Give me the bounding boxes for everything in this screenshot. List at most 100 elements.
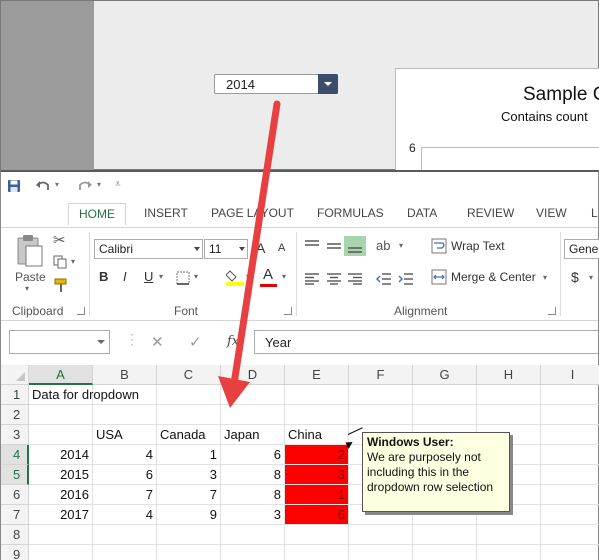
cell-d6[interactable]: 8 [221,485,285,505]
cell-c5[interactable]: 3 [157,465,221,485]
cell-d8[interactable] [221,525,285,545]
cell-f8[interactable] [349,525,413,545]
cut-icon[interactable]: ✂ [53,231,66,249]
cell-d4[interactable]: 6 [221,445,285,465]
align-top-icon[interactable] [304,240,320,252]
cell-c9[interactable] [157,545,221,560]
cell-a6[interactable]: 2016 [29,485,93,505]
cell-f2[interactable] [349,405,413,425]
paste-button[interactable]: Paste [15,270,46,284]
cell-c4[interactable]: 1 [157,445,221,465]
chevron-down-icon[interactable] [194,247,200,251]
column-header-g[interactable]: G [413,365,477,385]
chevron-down-icon[interactable]: ▾ [194,272,198,281]
underline-button[interactable]: U [144,269,153,284]
tab-data[interactable]: DATA [407,206,437,220]
cell-b4[interactable]: 4 [93,445,157,465]
chevron-down-icon[interactable]: ▾ [246,272,250,281]
cell-h8[interactable] [477,525,541,545]
cell-a8[interactable] [29,525,93,545]
cell-b3[interactable]: USA [93,425,157,445]
font-launcher-icon[interactable] [284,307,292,315]
tab-page-layout[interactable]: PAGE LAYOUT [211,206,294,220]
chevron-down-icon[interactable] [97,340,105,344]
cell-b2[interactable] [93,405,157,425]
cell-b5[interactable]: 6 [93,465,157,485]
cell-g8[interactable] [413,525,477,545]
cell-i5[interactable] [541,465,599,485]
row-header-5[interactable]: 5 [1,465,29,485]
formula-input[interactable]: Year [254,330,598,354]
row-header-7[interactable]: 7 [1,505,29,525]
clipboard-launcher-icon[interactable] [77,307,85,315]
undo-icon[interactable] [35,179,51,193]
cell-i9[interactable] [541,545,599,560]
tab-insert[interactable]: INSERT [144,206,188,220]
cell-g2[interactable] [413,405,477,425]
chevron-down-icon[interactable]: ▾ [399,241,403,250]
cell-b7[interactable]: 4 [93,505,157,525]
column-header-e[interactable]: E [285,365,349,385]
wrap-text-icon[interactable] [431,238,447,254]
save-icon[interactable] [7,179,21,193]
row-header-8[interactable]: 8 [1,525,29,545]
align-left-icon[interactable] [304,273,320,285]
cell-d9[interactable] [221,545,285,560]
tab-home[interactable]: HOME [68,203,126,225]
increase-font-icon[interactable]: A [256,240,265,256]
align-center-icon[interactable] [326,273,342,285]
cell-a7[interactable]: 2017 [29,505,93,525]
row-header-4[interactable]: 4 [1,445,29,465]
cell-d7[interactable]: 3 [221,505,285,525]
tab-view[interactable]: VIEW [536,206,567,220]
cell-a1[interactable]: Data for dropdown [29,385,139,405]
chevron-down-icon[interactable]: ▾ [71,257,75,266]
cell-e1[interactable] [285,385,349,405]
column-header-f[interactable]: F [349,365,413,385]
tab-more[interactable]: L [591,206,598,220]
chevron-down-icon[interactable]: ▾ [97,180,101,189]
row-header-2[interactable]: 2 [1,405,29,425]
merge-center-button[interactable]: Merge & Center [451,270,536,284]
cell-b6[interactable]: 7 [93,485,157,505]
cell-e4[interactable]: 2 [285,445,349,465]
tab-formulas[interactable]: FORMULAS [317,206,384,220]
cell-d2[interactable] [221,405,285,425]
year-dropdown[interactable]: 2014 [214,74,338,94]
row-header-9[interactable]: 9 [1,545,29,560]
cell-c1[interactable] [157,385,221,405]
chevron-down-icon[interactable]: ▾ [55,180,59,189]
increase-indent-icon[interactable] [398,273,414,285]
cell-d3[interactable]: Japan [221,425,285,445]
tab-review[interactable]: REVIEW [467,206,514,220]
insert-function-icon[interactable]: fx [227,334,239,349]
row-header-3[interactable]: 3 [1,425,29,445]
cell-a4[interactable]: 2014 [29,445,93,465]
column-header-b[interactable]: B [93,365,157,385]
cell-e6[interactable]: 1 [285,485,349,505]
chevron-down-icon[interactable]: ▾ [25,284,29,293]
align-middle-icon[interactable] [326,240,342,254]
name-box[interactable] [9,330,110,354]
customize-toolbar-icon[interactable]: ⩡ [115,179,121,190]
column-header-h[interactable]: H [477,365,541,385]
cell-a2[interactable] [29,405,93,425]
cell-h1[interactable] [477,385,541,405]
align-bottom-icon[interactable] [347,240,363,254]
cell-h2[interactable] [477,405,541,425]
cell-c6[interactable]: 7 [157,485,221,505]
cell-c7[interactable]: 9 [157,505,221,525]
cell-i7[interactable] [541,505,599,525]
cell-a3[interactable] [29,425,93,445]
paste-icon[interactable] [15,234,45,268]
font-size-combo[interactable]: 11 [204,239,248,259]
cell-i6[interactable] [541,485,599,505]
currency-button[interactable]: $ [571,269,579,285]
cell-d5[interactable]: 8 [221,465,285,485]
cell-b1[interactable] [93,385,157,405]
copy-icon[interactable] [53,255,67,269]
merge-center-icon[interactable] [431,269,447,285]
cell-a5[interactable]: 2015 [29,465,93,485]
row-header-1[interactable]: 1 [1,385,29,405]
cancel-icon[interactable]: ✕ [151,333,164,351]
